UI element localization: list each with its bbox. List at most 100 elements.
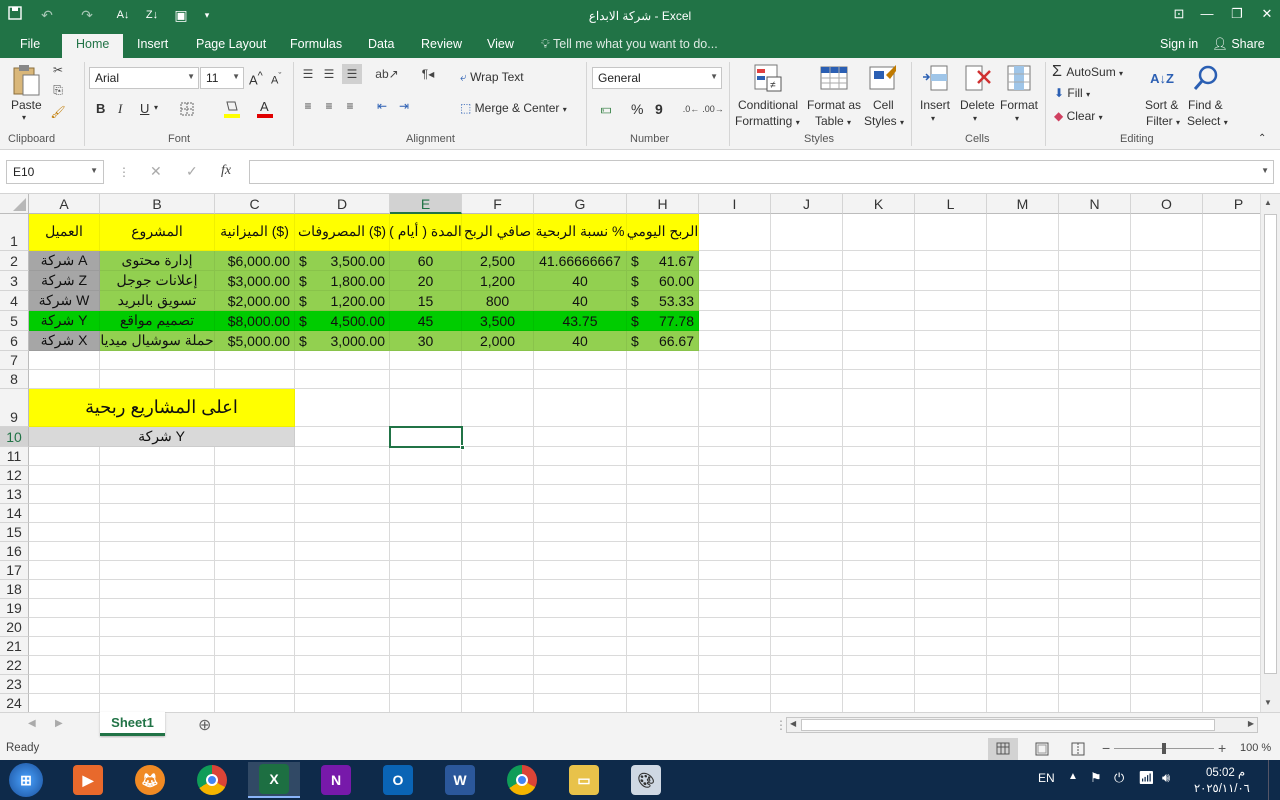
format-dropdown-icon[interactable]: ▾ bbox=[1015, 114, 1019, 123]
start-button[interactable]: ⊞ bbox=[0, 762, 52, 798]
column-header-k[interactable]: K bbox=[843, 194, 915, 214]
page-break-view-icon[interactable] bbox=[1063, 738, 1093, 760]
taskbar-paint[interactable]: 🎨︎ bbox=[620, 762, 672, 798]
margin-cell[interactable]: 43.75 bbox=[534, 311, 627, 331]
cell-styles-label-2[interactable]: Styles ▾ bbox=[864, 114, 904, 128]
tab-file[interactable]: File bbox=[20, 37, 40, 51]
client-cell[interactable]: شركة Z bbox=[29, 271, 100, 291]
number-format-select[interactable]: General ▼ bbox=[592, 67, 722, 89]
name-box[interactable]: E10 ▼ bbox=[6, 160, 104, 184]
paste-button[interactable]: Paste bbox=[11, 98, 42, 112]
header-cell-days[interactable]: المدة ( أيام ) bbox=[390, 214, 462, 251]
insert-function-button[interactable]: fx bbox=[221, 163, 231, 179]
close-icon[interactable]: ✕ bbox=[1252, 0, 1280, 30]
underline-button[interactable]: U bbox=[140, 101, 149, 116]
column-header-o[interactable]: O bbox=[1131, 194, 1203, 214]
row-header-15[interactable]: 15 bbox=[0, 523, 29, 542]
vertical-scrollbar[interactable]: ▲ ▼ bbox=[1260, 194, 1280, 712]
margin-cell[interactable]: 40 bbox=[534, 271, 627, 291]
daily-profit-cell[interactable]: $41.67 bbox=[627, 251, 699, 271]
tell-me-box[interactable]: 💡︎ Tell me what you want to do... bbox=[541, 37, 718, 52]
row-header-22[interactable]: 22 bbox=[0, 656, 29, 675]
clock-date[interactable]: ٢٠٢٥/١١/٠٦ bbox=[1194, 781, 1250, 795]
find-select-label-1[interactable]: Find & bbox=[1188, 98, 1223, 112]
scroll-thumb[interactable] bbox=[1264, 214, 1277, 674]
accounting-format-icon[interactable]: 💵︎ bbox=[595, 100, 617, 118]
tab-data[interactable]: Data bbox=[368, 37, 394, 51]
row-header-13[interactable]: 13 bbox=[0, 485, 29, 504]
minimize-icon[interactable]: — bbox=[1192, 0, 1222, 30]
decrease-decimal-icon[interactable]: .00→ bbox=[702, 100, 724, 118]
column-header-p[interactable]: P bbox=[1203, 194, 1260, 214]
column-header-g[interactable]: G bbox=[534, 194, 627, 214]
clock-time[interactable]: 05:02 م bbox=[1206, 765, 1245, 779]
daily-profit-cell[interactable]: $66.67 bbox=[627, 331, 699, 351]
header-cell-daily-profit[interactable]: الربح اليومي bbox=[627, 214, 699, 251]
format-cells-button[interactable]: Format bbox=[1000, 98, 1038, 112]
fill-handle[interactable] bbox=[460, 445, 465, 450]
align-top-icon[interactable]: ☰ bbox=[300, 66, 316, 82]
sheet-tab-sheet1[interactable]: Sheet1 bbox=[100, 712, 165, 736]
prev-sheet-icon[interactable]: ◀ bbox=[28, 718, 36, 729]
row-header-14[interactable]: 14 bbox=[0, 504, 29, 523]
zoom-slider-thumb[interactable] bbox=[1162, 743, 1166, 754]
bold-button[interactable]: B bbox=[96, 101, 105, 116]
orientation-icon[interactable]: ab↗ bbox=[375, 66, 399, 82]
margin-cell[interactable]: 41.66666667 bbox=[534, 251, 627, 271]
formula-input[interactable]: ▼ bbox=[249, 160, 1274, 184]
column-header-d[interactable]: D bbox=[295, 194, 390, 214]
action-center-flag-icon[interactable]: ⚑ bbox=[1090, 770, 1102, 786]
project-cell[interactable]: إدارة محتوى bbox=[100, 251, 215, 271]
budget-cell[interactable]: $5,000.00 bbox=[215, 331, 295, 351]
select-all-corner[interactable] bbox=[0, 194, 29, 214]
expenses-cell[interactable]: $1,200.00 bbox=[295, 291, 390, 311]
ribbon-display-icon[interactable]: ⊡ bbox=[1164, 0, 1194, 30]
align-right-icon[interactable]: ≡ bbox=[342, 98, 358, 114]
sort-filter-icon[interactable]: A↓Z bbox=[1146, 62, 1178, 94]
worksheet-grid[interactable]: A B C D E F G H I J K L M N O P 1 2 3 4 … bbox=[0, 194, 1260, 712]
active-cell-selection[interactable] bbox=[389, 426, 465, 450]
cell-styles-icon[interactable] bbox=[867, 62, 899, 94]
cell-styles-label-1[interactable]: Cell bbox=[873, 98, 894, 112]
align-left-icon[interactable]: ≡ bbox=[300, 98, 316, 114]
net-profit-cell[interactable]: 2,500 bbox=[462, 251, 534, 271]
days-cell[interactable]: 30 bbox=[390, 331, 462, 351]
clear-button[interactable]: ◆ Clear ▾ bbox=[1054, 109, 1103, 123]
confirm-entry-icon[interactable]: ✓ bbox=[186, 163, 198, 180]
margin-cell[interactable]: 40 bbox=[534, 291, 627, 311]
tab-home[interactable]: Home bbox=[62, 34, 124, 58]
row-header-18[interactable]: 18 bbox=[0, 580, 29, 599]
days-cell[interactable]: 20 bbox=[390, 271, 462, 291]
header-cell-budget[interactable]: الميزانية ($) bbox=[215, 214, 295, 251]
client-cell[interactable]: شركة A bbox=[29, 251, 100, 271]
header-cell-client[interactable]: العميل bbox=[29, 214, 100, 251]
column-header-n[interactable]: N bbox=[1059, 194, 1131, 214]
insert-dropdown-icon[interactable]: ▾ bbox=[931, 114, 935, 123]
net-profit-cell[interactable]: 800 bbox=[462, 291, 534, 311]
row-header-20[interactable]: 20 bbox=[0, 618, 29, 637]
power-icon[interactable]: ⏻ bbox=[1114, 770, 1124, 786]
language-indicator[interactable]: EN bbox=[1038, 771, 1055, 785]
format-as-table-icon[interactable] bbox=[818, 62, 850, 94]
align-middle-icon[interactable]: ☰ bbox=[321, 66, 337, 82]
budget-cell[interactable]: $3,000.00 bbox=[215, 271, 295, 291]
column-header-j[interactable]: J bbox=[771, 194, 843, 214]
expenses-cell[interactable]: $4,500.00 bbox=[295, 311, 390, 331]
grow-font-icon[interactable]: A^ bbox=[249, 70, 263, 87]
underline-dropdown-icon[interactable]: ▾ bbox=[154, 103, 158, 112]
expenses-cell[interactable]: $1,800.00 bbox=[295, 271, 390, 291]
expenses-cell[interactable]: $3,000.00 bbox=[295, 331, 390, 351]
taskbar-outlook[interactable]: O bbox=[372, 762, 424, 798]
project-cell[interactable]: تصميم مواقع bbox=[100, 311, 215, 331]
tab-view[interactable]: View bbox=[487, 37, 514, 51]
autosum-button[interactable]: Σ AutoSum ▾ bbox=[1052, 63, 1123, 81]
format-as-table-label-1[interactable]: Format as bbox=[807, 98, 861, 112]
decrease-indent-icon[interactable]: ⇤ bbox=[373, 98, 391, 114]
sort-filter-label-1[interactable]: Sort & bbox=[1145, 98, 1178, 112]
daily-profit-cell[interactable]: $53.33 bbox=[627, 291, 699, 311]
delete-cells-button[interactable]: Delete bbox=[960, 98, 995, 112]
tab-review[interactable]: Review bbox=[421, 37, 462, 51]
increase-indent-icon[interactable]: ⇥ bbox=[395, 98, 413, 114]
rtl-direction-icon[interactable]: ¶◂ bbox=[416, 66, 440, 82]
row-header-12[interactable]: 12 bbox=[0, 466, 29, 485]
